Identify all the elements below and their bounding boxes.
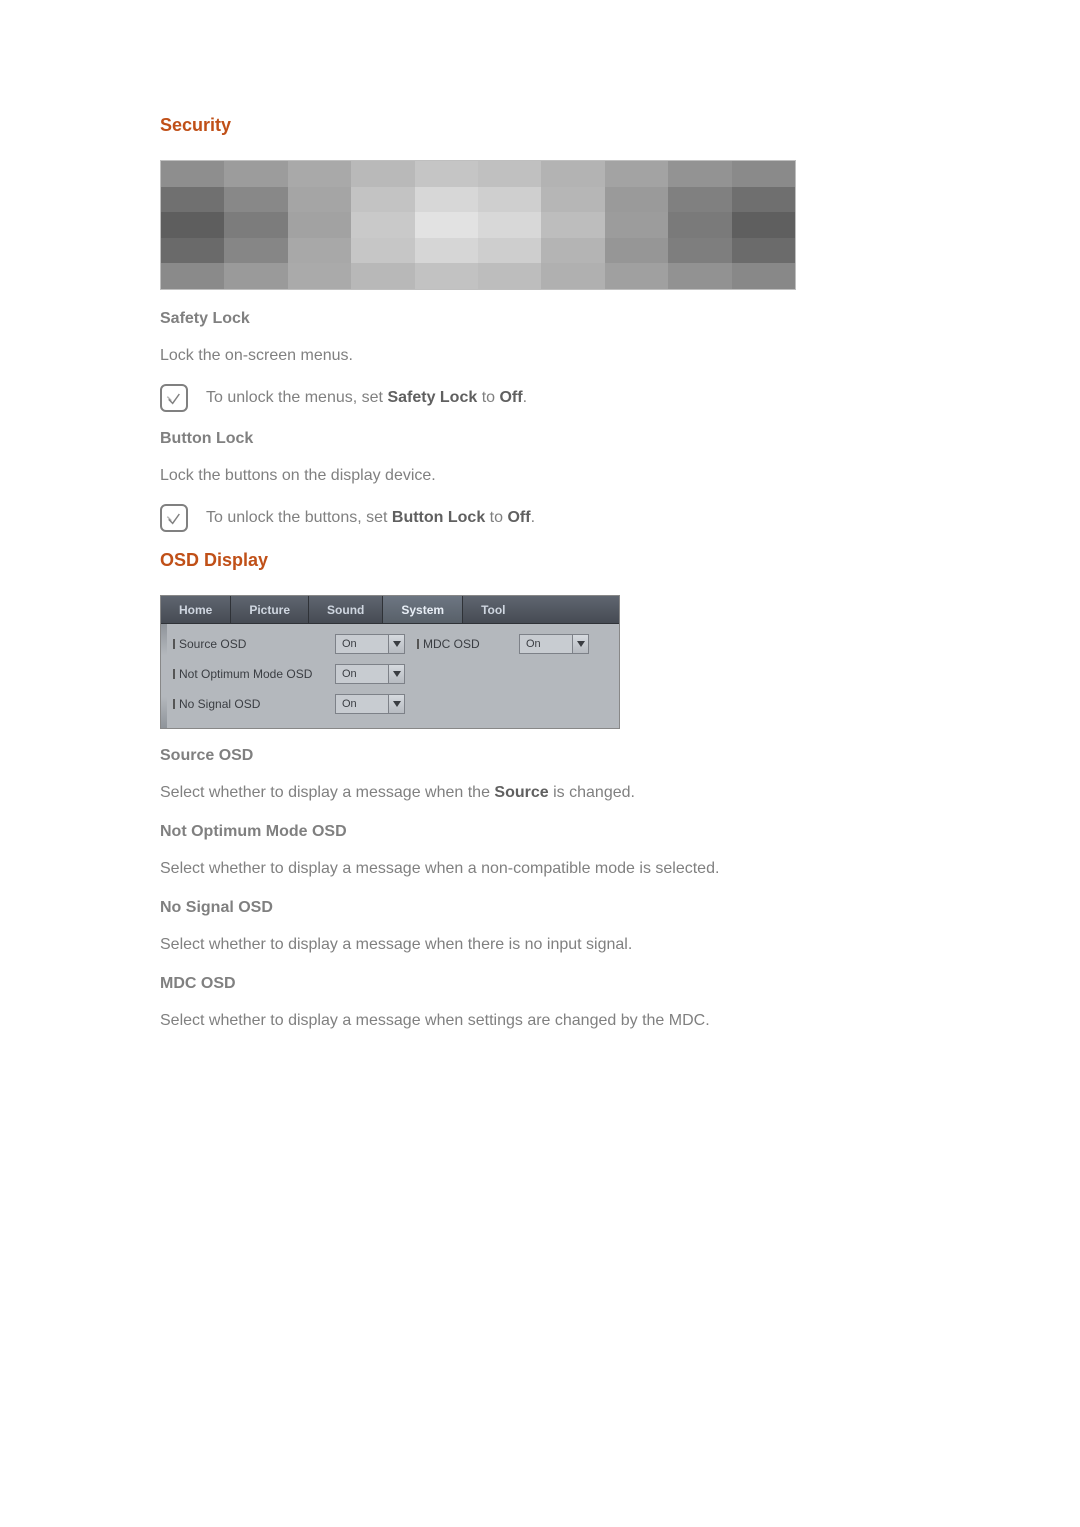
osd-select[interactable]: On bbox=[335, 634, 405, 654]
not-optimum-desc: Select whether to display a message when… bbox=[160, 857, 920, 881]
note-bold: Safety Lock bbox=[387, 389, 477, 406]
chevron-down-icon bbox=[388, 695, 404, 713]
security-heading: Security bbox=[160, 115, 920, 136]
note-icon bbox=[160, 504, 188, 532]
button-lock-title: Button Lock bbox=[160, 430, 920, 448]
osd-select[interactable]: On bbox=[335, 664, 405, 684]
security-screenshot-placeholder bbox=[160, 160, 796, 290]
osd-row-label: Not Optimum Mode OSD bbox=[173, 667, 323, 681]
osd-tab-tool[interactable]: Tool bbox=[463, 596, 619, 623]
osd-tab-picture[interactable]: Picture bbox=[231, 596, 309, 623]
osd-row-label: MDC OSD bbox=[417, 637, 507, 651]
osd-panel: HomePictureSoundSystemTool Source OSD On M… bbox=[160, 595, 620, 729]
osd-tabs: HomePictureSoundSystemTool bbox=[161, 596, 619, 624]
chevron-down-icon bbox=[572, 635, 588, 653]
mdc-osd-title: MDC OSD bbox=[160, 975, 920, 993]
no-signal-title: No Signal OSD bbox=[160, 899, 920, 917]
osd-row-label: No Signal OSD bbox=[173, 697, 323, 711]
no-signal-desc: Select whether to display a message when… bbox=[160, 933, 920, 957]
button-lock-note: To unlock the buttons, set Button Lock t… bbox=[160, 506, 920, 532]
osd-display-heading: OSD Display bbox=[160, 550, 920, 571]
note-text: To unlock the menus, set bbox=[206, 389, 387, 406]
source-osd-title: Source OSD bbox=[160, 747, 920, 765]
safety-lock-note: To unlock the menus, set Safety Lock to … bbox=[160, 386, 920, 412]
osd-tab-system[interactable]: System bbox=[383, 596, 463, 623]
mdc-osd-desc: Select whether to display a message when… bbox=[160, 1009, 920, 1033]
osd-body: Source OSD On MDC OSD On Not Optimum Mode OS… bbox=[161, 624, 619, 728]
not-optimum-title: Not Optimum Mode OSD bbox=[160, 823, 920, 841]
chevron-down-icon bbox=[388, 665, 404, 683]
osd-tab-sound[interactable]: Sound bbox=[309, 596, 383, 623]
safety-lock-title: Safety Lock bbox=[160, 310, 920, 328]
chevron-down-icon bbox=[388, 635, 404, 653]
source-osd-desc: Select whether to display a message when… bbox=[160, 781, 920, 805]
note-icon bbox=[160, 384, 188, 412]
osd-select[interactable]: On bbox=[519, 634, 589, 654]
button-lock-desc: Lock the buttons on the display device. bbox=[160, 464, 920, 488]
osd-select[interactable]: On bbox=[335, 694, 405, 714]
safety-lock-desc: Lock the on-screen menus. bbox=[160, 344, 920, 368]
osd-row-label: Source OSD bbox=[173, 637, 323, 651]
osd-tab-home[interactable]: Home bbox=[161, 596, 231, 623]
